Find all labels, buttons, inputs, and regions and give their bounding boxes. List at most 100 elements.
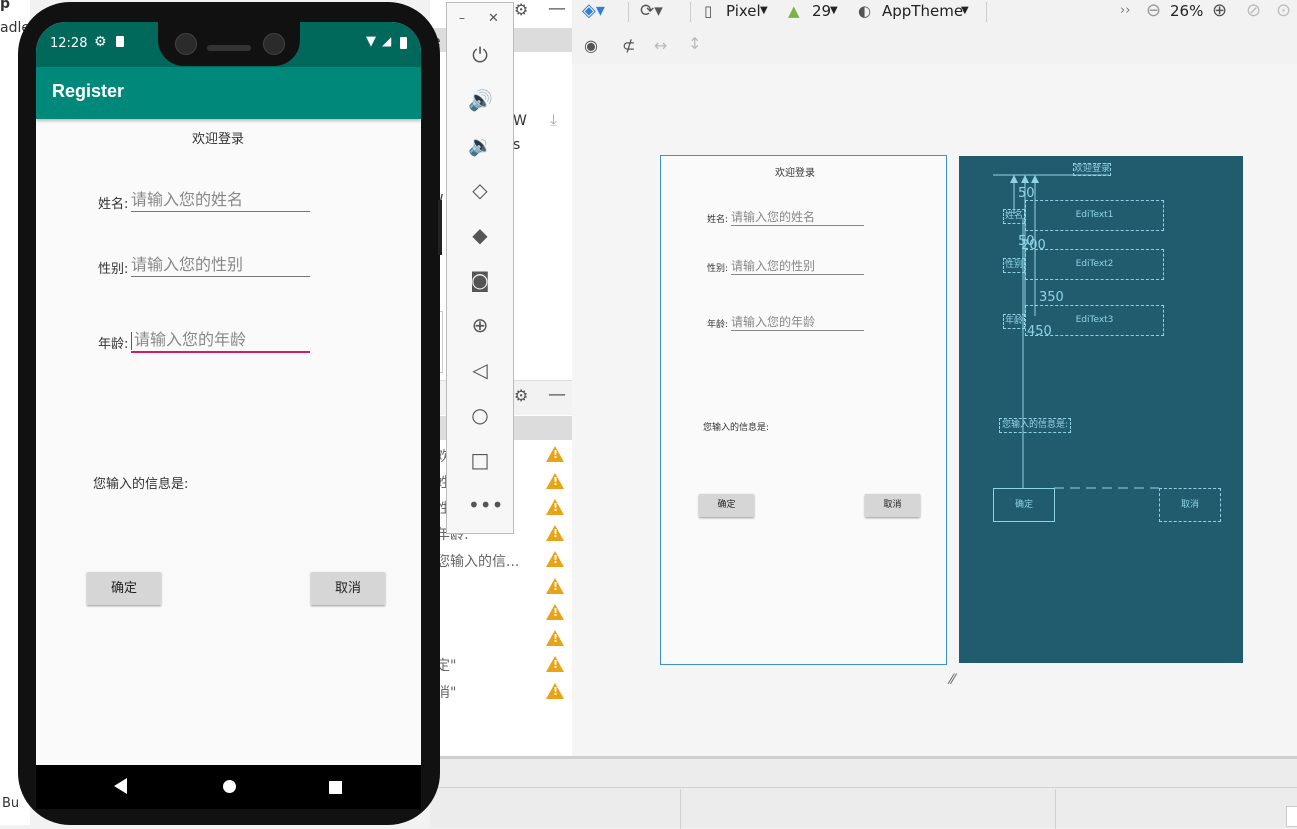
home-icon[interactable]: ○ — [468, 403, 492, 427]
minimize-icon[interactable]: — — [548, 0, 566, 19]
gear-icon[interactable]: ⚙ — [514, 386, 528, 405]
warning-icon[interactable] — [546, 578, 564, 594]
warning-icon[interactable] — [546, 683, 564, 699]
settings-icon: ⚙ — [94, 34, 107, 50]
orientation-icon[interactable]: ⟳▾ — [640, 0, 663, 22]
horizontal-resize-icon[interactable]: ↔ — [654, 36, 667, 55]
warning-icon[interactable] — [546, 551, 564, 567]
confirm-button[interactable]: 确定 — [87, 572, 161, 605]
age-placeholder: 请输入您的年龄 — [134, 330, 247, 349]
gear-icon[interactable]: ⚙ — [514, 0, 528, 19]
blueprint-cancel-button[interactable]: 取消 — [1159, 488, 1221, 522]
zoom-icon[interactable]: ⊕ — [468, 313, 492, 337]
label-age: 年龄: — [98, 337, 129, 352]
blueprint-label-age[interactable]: 年龄 — [1003, 314, 1025, 329]
blueprint-margin: 450 — [1027, 324, 1052, 339]
zoom-level: 26% — [1170, 2, 1204, 20]
build-tab[interactable]: Bu — [2, 796, 19, 811]
text-cursor — [131, 331, 132, 350]
chevron-down-icon[interactable]: ▼ — [961, 0, 969, 22]
palette-text: s — [513, 137, 521, 153]
preview-info-text: 您输入的信息是: — [703, 423, 770, 433]
rotate-right-icon[interactable]: ◆ — [468, 223, 492, 247]
chevron-down-icon[interactable]: ▼ — [760, 0, 768, 22]
preview-input-age[interactable]: 请输入您的年龄 — [731, 313, 864, 331]
download-icon[interactable]: ⤓ — [550, 110, 557, 130]
layers-icon[interactable]: ◈▾ — [582, 0, 605, 22]
preview-cancel-button[interactable]: 取消 — [865, 494, 920, 517]
warning-icon[interactable] — [546, 656, 564, 672]
minimize-icon[interactable]: — — [548, 384, 566, 405]
status-time: 12:28 — [50, 36, 88, 51]
front-camera-icon — [263, 33, 285, 55]
tree-item[interactable]: 您输入的信... — [436, 551, 519, 571]
blueprint-edittext-1[interactable]: EdiText1 — [1025, 200, 1164, 231]
nav-back-icon[interactable] — [114, 778, 127, 794]
panel-fragment: p — [0, 0, 11, 12]
nav-home-icon[interactable] — [223, 780, 236, 793]
rotate-left-icon[interactable]: ◇ — [468, 178, 492, 202]
warning-icon[interactable] — [546, 473, 564, 489]
more-toolbar-icon[interactable]: ›› — [1120, 0, 1130, 22]
volume-down-icon[interactable]: 🔉 — [468, 133, 493, 157]
preview-input-name[interactable]: 请输入您的姓名 — [731, 208, 864, 226]
back-icon[interactable]: ◁ — [468, 358, 492, 382]
warning-icon[interactable] — [546, 446, 564, 462]
blueprint-info-text[interactable]: 您输入的信息是: — [999, 418, 1071, 433]
gender-input[interactable]: 请输入您的性别 — [131, 254, 310, 277]
battery-icon — [400, 37, 407, 49]
resize-handle-icon[interactable]: ⁄⁄ — [950, 672, 955, 688]
blueprint-label-name[interactable]: 姓名 — [1003, 209, 1025, 224]
design-toolbar: ◉ ⊄ ↔ ↕ — [572, 28, 1297, 65]
label-gender: 性别: — [98, 262, 129, 277]
info-text: 您输入的信息是: — [93, 477, 189, 492]
eye-icon[interactable]: ◉ — [584, 36, 598, 55]
blueprint-edittext-2[interactable]: EdiText2 — [1025, 249, 1164, 280]
cancel-button[interactable]: 取消 — [311, 572, 385, 605]
warning-icon[interactable] — [546, 604, 564, 620]
sd-card-icon — [116, 36, 124, 47]
zoom-in-icon[interactable]: ⊕ — [1212, 0, 1227, 22]
close-icon[interactable]: ✕ — [488, 11, 499, 26]
phone-notch — [158, 22, 300, 66]
magnet-icon[interactable]: ⊄ — [622, 36, 635, 55]
emulator-toolbar: – ✕ ⏻ 🔊 🔉 ◇ ◆ ◙ ⊕ ◁ ○ □ ••• — [446, 2, 514, 534]
age-input[interactable]: 请输入您的年龄 — [131, 329, 310, 353]
blueprint-label-gender[interactable]: 性别 — [1003, 258, 1025, 273]
phone-side-button — [438, 200, 442, 255]
vertical-resize-icon[interactable]: ↕ — [688, 34, 701, 53]
wifi-icon: ▼ — [366, 34, 376, 49]
blueprint-view[interactable]: 欢迎登录 50 姓名 EdiText1 50 200 性别 EdiText2 3… — [959, 156, 1243, 663]
signal-icon: ◢ — [382, 34, 392, 48]
palette-text: W — [513, 113, 527, 129]
overview-icon[interactable]: □ — [468, 448, 492, 472]
device-icon[interactable]: ▯ — [704, 0, 712, 22]
name-input[interactable]: 请输入您的姓名 — [131, 189, 310, 212]
front-camera-icon — [175, 33, 197, 55]
app-bar: Register — [36, 67, 421, 119]
theme-selector[interactable]: AppTheme — [882, 0, 963, 22]
warning-icon[interactable] — [546, 525, 564, 541]
device-selector[interactable]: Pixel — [726, 0, 761, 22]
warning-icon[interactable] — [546, 499, 564, 515]
preview-input-gender[interactable]: 请输入您的性别 — [731, 257, 864, 275]
more-icon[interactable]: ••• — [468, 493, 503, 517]
preview-confirm-button[interactable]: 确定 — [699, 494, 754, 517]
warning-icon[interactable] — [546, 630, 564, 646]
zoom-out-icon[interactable]: ⊖ — [1146, 0, 1161, 22]
zoom-fit-icon[interactable]: ⊘ — [1246, 0, 1261, 22]
blueprint-confirm-button[interactable]: 确定 — [993, 488, 1055, 522]
minimize-icon[interactable]: – — [459, 11, 465, 25]
refresh-icon[interactable]: ⊙ — [1276, 0, 1291, 22]
speaker-grille — [207, 45, 251, 51]
camera-icon[interactable]: ◙ — [468, 268, 492, 292]
api-selector[interactable]: 29 — [812, 0, 831, 22]
chevron-down-icon[interactable]: ▼ — [830, 0, 838, 22]
nav-overview-icon[interactable] — [329, 781, 342, 794]
design-preview[interactable]: 欢迎登录 姓名: 请输入您的姓名 性别: 请输入您的性别 年龄: 请输入您的年龄… — [660, 155, 947, 665]
volume-up-icon[interactable]: 🔊 — [468, 88, 493, 112]
blueprint-title[interactable]: 欢迎登录 — [1073, 163, 1111, 176]
corner-tab[interactable] — [1286, 806, 1297, 827]
app-title: Register — [52, 81, 125, 101]
power-icon[interactable]: ⏻ — [468, 43, 492, 67]
